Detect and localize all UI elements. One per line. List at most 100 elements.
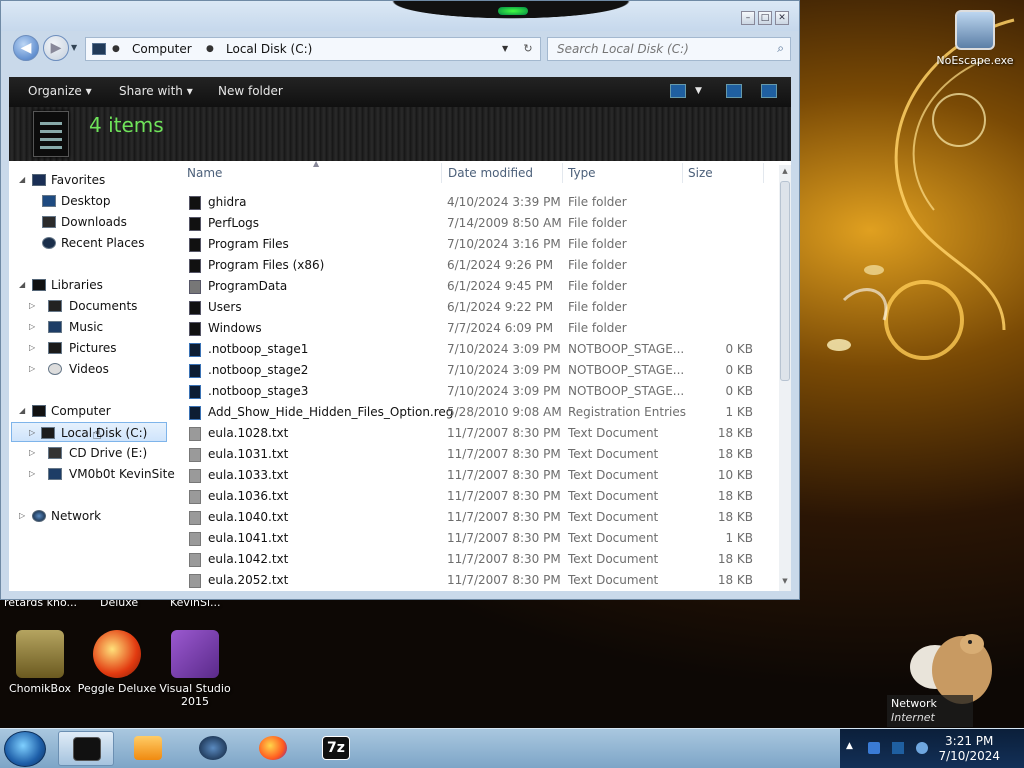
column-header-name[interactable]: Name (187, 161, 222, 185)
recent-pages-dropdown[interactable]: ▼ (71, 43, 77, 52)
help-icon[interactable] (761, 84, 777, 98)
file-row[interactable]: eula.1036.txt 11/7/2007 8:30 PM Text Docum… (177, 486, 767, 507)
clock[interactable]: 3:21 PM 7/10/2024 (938, 734, 1000, 764)
tray-monitor-icon[interactable] (892, 742, 904, 754)
breadcrumb-local-disk[interactable]: Local Disk (C:) (226, 38, 312, 60)
scroll-up-icon[interactable]: ▲ (779, 167, 791, 175)
file-row[interactable]: eula.1041.txt 11/7/2007 8:30 PM Text Docum… (177, 528, 767, 549)
network-icon (32, 510, 46, 522)
folder-icon (189, 217, 201, 231)
scrollbar-thumb[interactable] (780, 181, 790, 381)
file-row[interactable]: Windows 7/7/2024 6:09 PM File folder (177, 318, 767, 339)
nav-local-disk[interactable]: ▷ Local Disk (C:) (11, 422, 167, 442)
close-button[interactable]: ✕ (775, 11, 789, 25)
search-input[interactable] (548, 38, 758, 60)
file-row[interactable]: eula.1028.txt 11/7/2007 8:30 PM Text Docum… (177, 423, 767, 444)
nav-recent-places[interactable]: Recent Places (19, 233, 169, 253)
nav-computer[interactable]: ◢ Computer (19, 401, 169, 421)
file-row[interactable]: Users 6/1/2024 9:22 PM File folder (177, 297, 767, 318)
minimize-button[interactable]: – (741, 11, 755, 25)
file-row[interactable]: eula.1033.txt 11/7/2007 8:30 PM Text Docum… (177, 465, 767, 486)
show-hidden-icons-icon[interactable]: ▲ (846, 741, 853, 751)
file-row[interactable]: ghidra 4/10/2024 3:39 PM File folder (177, 192, 767, 213)
file-date: 11/7/2007 8:30 PM (447, 510, 561, 524)
expand-arrow-icon[interactable]: ▷ (29, 317, 41, 337)
back-button[interactable]: ◀ (13, 35, 39, 61)
file-row[interactable]: eula.1040.txt 11/7/2007 8:30 PM Text Docum… (177, 507, 767, 528)
preview-pane-icon[interactable] (726, 84, 742, 98)
file-row[interactable]: PerfLogs 7/14/2009 8:50 AM File folder (177, 213, 767, 234)
expand-arrow-icon[interactable]: ▷ (29, 423, 41, 443)
expand-arrow-icon[interactable]: ▷ (29, 464, 41, 484)
column-header-type[interactable]: Type (568, 161, 596, 185)
file-row[interactable]: .notboop_stage2 7/10/2024 3:09 PM NOTBOOP_… (177, 360, 767, 381)
desktop-icon-visual-studio[interactable]: Visual Studio 2015 (155, 630, 235, 708)
file-row[interactable]: .notboop_stage3 7/10/2024 3:09 PM NOTBOOP_… (177, 381, 767, 402)
expand-arrow-icon[interactable]: ▷ (29, 443, 41, 463)
expand-arrow-icon[interactable]: ▷ (19, 506, 31, 526)
new-folder-button[interactable]: New folder (218, 84, 283, 98)
nav-favorites[interactable]: ◢ Favorites (19, 170, 169, 190)
file-type: NOTBOOP_STAGE... (568, 342, 685, 356)
forward-button[interactable]: ▶ (43, 35, 69, 61)
nav-music[interactable]: ▷ Music (19, 317, 169, 337)
file-row[interactable]: Program Files 7/10/2024 3:16 PM File folde… (177, 234, 767, 255)
column-header-size[interactable]: Size (688, 161, 713, 185)
taskbar-media-player[interactable] (120, 731, 176, 766)
change-view-icon[interactable] (670, 84, 686, 98)
tray-app-icon[interactable] (868, 742, 880, 754)
search-box[interactable]: ⌕ (547, 37, 791, 61)
taskbar-explorer[interactable] (58, 731, 114, 766)
nav-videos[interactable]: ▷ Videos (19, 359, 169, 379)
desktop-icon-chomikbox[interactable]: ChomikBox (0, 630, 80, 695)
nav-libraries[interactable]: ◢ Libraries (19, 275, 169, 295)
nav-documents[interactable]: ▷ Documents (19, 296, 169, 316)
expand-arrow-icon[interactable]: ▷ (29, 338, 41, 358)
taskbar-firefox[interactable] (245, 731, 301, 766)
file-row[interactable]: Program Files (x86) 6/1/2024 9:26 PM File … (177, 255, 767, 276)
share-with-button[interactable]: Share with ▾ (119, 84, 193, 98)
organize-button[interactable]: Organize ▾ (28, 84, 92, 98)
address-bar[interactable]: ● Computer ● Local Disk (C:) ▼ ↻ (85, 37, 541, 61)
column-separator (441, 163, 442, 183)
volume-icon[interactable] (916, 742, 928, 754)
breadcrumb-computer[interactable]: Computer (132, 38, 192, 60)
title-bar[interactable]: – □ ✕ (1, 1, 799, 31)
file-row[interactable]: eula.1031.txt 11/7/2007 8:30 PM Text Docum… (177, 444, 767, 465)
collapse-arrow-icon[interactable]: ◢ (19, 170, 31, 190)
file-date: 11/7/2007 8:30 PM (447, 447, 561, 461)
file-row[interactable]: .notboop_stage1 7/10/2024 3:09 PM NOTBOOP_… (177, 339, 767, 360)
nav-desktop[interactable]: Desktop (19, 191, 169, 211)
vertical-scrollbar[interactable]: ▲ ▼ (779, 165, 791, 591)
scroll-down-icon[interactable]: ▼ (779, 577, 791, 585)
nav-vm-drive[interactable]: ▷ VM0b0t KevinSite (19, 464, 175, 484)
nav-downloads[interactable]: Downloads (19, 212, 169, 232)
file-row[interactable]: ProgramData 6/1/2024 9:45 PM File folder (177, 276, 767, 297)
file-name: eula.1042.txt (208, 552, 289, 566)
taskbar-7zip[interactable]: 7z (308, 731, 364, 766)
start-button[interactable] (4, 731, 46, 767)
desktop-icon-noescape[interactable]: NoEscape.exe (935, 10, 1015, 67)
collapse-arrow-icon[interactable]: ◢ (19, 401, 31, 421)
column-header-date[interactable]: Date modified (448, 161, 533, 185)
expand-arrow-icon[interactable]: ▷ (29, 296, 41, 316)
taskbar-network-app[interactable] (185, 731, 241, 766)
file-size: 1 KB (725, 405, 753, 419)
nav-pictures[interactable]: ▷ Pictures (19, 338, 169, 358)
collapse-arrow-icon[interactable]: ◢ (19, 275, 31, 295)
column-separator (763, 163, 764, 183)
nav-cd-drive[interactable]: ▷ CD Drive (E:) (19, 443, 169, 463)
file-date: 6/1/2024 9:22 PM (447, 300, 554, 314)
nav-network[interactable]: ▷ Network (19, 506, 169, 526)
expand-arrow-icon[interactable]: ▷ (29, 359, 41, 379)
file-row[interactable]: eula.2052.txt 11/7/2007 8:30 PM Text Docum… (177, 570, 767, 591)
file-name: eula.1040.txt (208, 510, 289, 524)
maximize-button[interactable]: □ (758, 11, 772, 25)
file-row[interactable]: Add_Show_Hide_Hidden_Files_Option.reg 5/2… (177, 402, 767, 423)
desktop-icon-peggle[interactable]: Peggle Deluxe (77, 630, 157, 695)
search-icon[interactable]: ⌕ (777, 41, 784, 56)
refresh-icon[interactable]: ↻ (516, 38, 540, 60)
view-options-dropdown-icon[interactable]: ▼ (695, 86, 702, 96)
file-row[interactable]: eula.1042.txt 11/7/2007 8:30 PM Text Docum… (177, 549, 767, 570)
address-dropdown-icon[interactable]: ▼ (502, 38, 508, 60)
